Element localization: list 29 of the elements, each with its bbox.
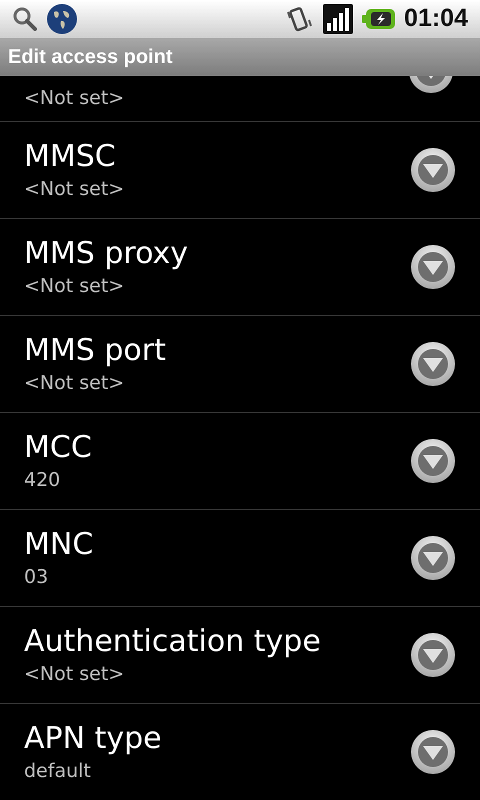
setting-value: 03 (24, 565, 50, 590)
setting-value: <Not set> (24, 274, 126, 299)
setting-title: MNC (24, 526, 94, 564)
search-icon (12, 6, 38, 32)
setting-row[interactable]: APN type default (0, 704, 480, 800)
vibrate-icon (284, 4, 314, 34)
clock-time: 01:04 (404, 3, 468, 34)
setting-value: <Not set> (24, 86, 124, 111)
setting-row[interactable]: Authentication type <Not set> (0, 607, 480, 704)
setting-value: <Not set> (24, 662, 126, 687)
setting-title: APN type (24, 720, 162, 758)
setting-row[interactable]: MNC 03 (0, 510, 480, 607)
setting-row[interactable]: MMS port <Not set> (0, 316, 480, 413)
setting-value: <Not set> (24, 177, 124, 202)
setting-row[interactable]: MCC 420 (0, 413, 480, 510)
globe-icon (46, 3, 78, 35)
screen-title: Edit access point (8, 45, 172, 70)
setting-value: <Not set> (24, 371, 126, 396)
setting-title: MMS port (24, 332, 166, 370)
battery-charging-icon (362, 7, 396, 31)
setting-value: default (24, 759, 92, 784)
setting-row[interactable]: MMS proxy <Not set> (0, 219, 480, 316)
signal-icon (322, 3, 354, 35)
setting-title: MMSC (24, 138, 117, 176)
setting-title: MCC (24, 429, 92, 467)
setting-value: 420 (24, 468, 62, 493)
setting-row[interactable]: MMSC <Not set> (0, 122, 480, 219)
setting-title: MMS proxy (24, 235, 188, 273)
setting-title: Authentication type (24, 623, 321, 661)
